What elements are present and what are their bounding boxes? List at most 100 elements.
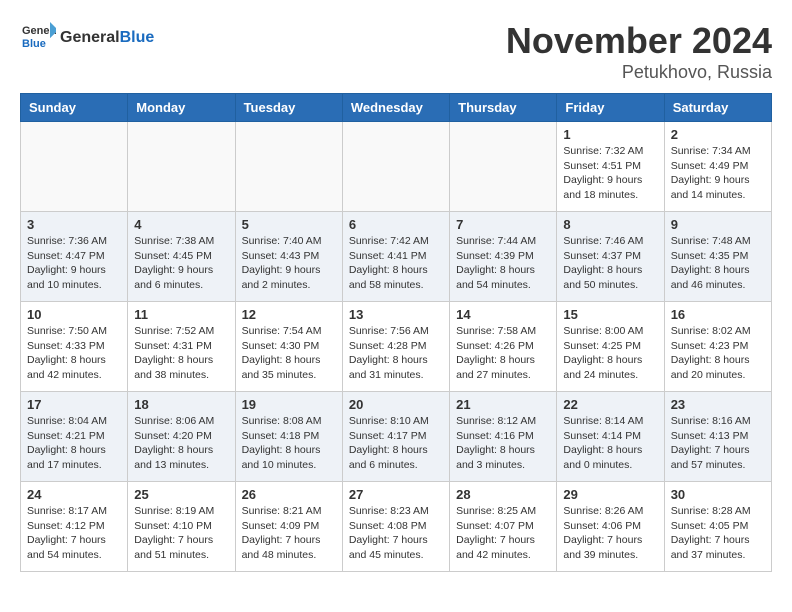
day-info: Sunrise: 8:16 AM Sunset: 4:13 PM Dayligh… (671, 414, 765, 473)
calendar-day: 3 Sunrise: 7:36 AM Sunset: 4:47 PM Daylig… (21, 212, 128, 302)
location: Petukhovo, Russia (506, 62, 772, 83)
logo-general: General (60, 29, 120, 46)
day-number: 6 (349, 217, 443, 232)
weekday-header-wednesday: Wednesday (342, 94, 449, 122)
day-info: Sunrise: 8:14 AM Sunset: 4:14 PM Dayligh… (563, 414, 657, 473)
calendar-day: 6Sunrise: 7:42 AM Sunset: 4:41 PM Daylig… (342, 212, 449, 302)
day-number: 24 (27, 487, 121, 502)
week-row-3: 10 Sunrise: 7:50 AM Sunset: 4:33 PM Dayli… (21, 302, 772, 392)
day-info: Sunrise: 8:00 AM Sunset: 4:25 PM Dayligh… (563, 324, 657, 383)
day-number: 15 (563, 307, 657, 322)
weekday-header-row: SundayMondayTuesdayWednesdayThursdayFrid… (21, 94, 772, 122)
day-info: Sunrise: 7:52 AM Sunset: 4:31 PM Dayligh… (134, 324, 228, 383)
calendar-day: 15 Sunrise: 8:00 AM Sunset: 4:25 PM Dayli… (557, 302, 664, 392)
day-number: 22 (563, 397, 657, 412)
calendar-day: 17 Sunrise: 8:04 AM Sunset: 4:21 PM Dayli… (21, 392, 128, 482)
calendar-day: 7 Sunrise: 7:44 AM Sunset: 4:39 PM Daylig… (450, 212, 557, 302)
calendar-day: 13Sunrise: 7:56 AM Sunset: 4:28 PM Dayli… (342, 302, 449, 392)
calendar-day: 12Sunrise: 7:54 AM Sunset: 4:30 PM Dayli… (235, 302, 342, 392)
calendar-day: 19 Sunrise: 8:08 AM Sunset: 4:18 PM Dayli… (235, 392, 342, 482)
logo-blue-text: Blue (120, 29, 155, 46)
day-info: Sunrise: 7:38 AM Sunset: 4:45 PM Dayligh… (134, 234, 228, 293)
day-number: 13 (349, 307, 443, 322)
day-info: Sunrise: 8:23 AM Sunset: 4:08 PM Dayligh… (349, 504, 443, 563)
calendar-day: 5 Sunrise: 7:40 AM Sunset: 4:43 PM Daylig… (235, 212, 342, 302)
title-block: November 2024 Petukhovo, Russia (506, 20, 772, 83)
day-number: 27 (349, 487, 443, 502)
calendar-day: 8 Sunrise: 7:46 AM Sunset: 4:37 PM Daylig… (557, 212, 664, 302)
day-number: 30 (671, 487, 765, 502)
calendar-day: 22 Sunrise: 8:14 AM Sunset: 4:14 PM Dayli… (557, 392, 664, 482)
calendar-day: 1 Sunrise: 7:32 AM Sunset: 4:51 PM Daylig… (557, 122, 664, 212)
calendar-day: 30 Sunrise: 8:28 AM Sunset: 4:05 PM Dayli… (664, 482, 771, 572)
day-info: Sunrise: 8:04 AM Sunset: 4:21 PM Dayligh… (27, 414, 121, 473)
calendar-day: 20Sunrise: 8:10 AM Sunset: 4:17 PM Dayli… (342, 392, 449, 482)
calendar-day: 9 Sunrise: 7:48 AM Sunset: 4:35 PM Daylig… (664, 212, 771, 302)
day-number: 28 (456, 487, 550, 502)
day-info: Sunrise: 8:10 AM Sunset: 4:17 PM Dayligh… (349, 414, 443, 473)
weekday-header-saturday: Saturday (664, 94, 771, 122)
day-info: Sunrise: 7:40 AM Sunset: 4:43 PM Dayligh… (242, 234, 336, 293)
day-number: 8 (563, 217, 657, 232)
day-info: Sunrise: 8:02 AM Sunset: 4:23 PM Dayligh… (671, 324, 765, 383)
day-number: 25 (134, 487, 228, 502)
week-row-2: 3 Sunrise: 7:36 AM Sunset: 4:47 PM Daylig… (21, 212, 772, 302)
calendar-day: 29Sunrise: 8:26 AM Sunset: 4:06 PM Dayli… (557, 482, 664, 572)
day-number: 17 (27, 397, 121, 412)
day-info: Sunrise: 8:06 AM Sunset: 4:20 PM Dayligh… (134, 414, 228, 473)
calendar-day: 2Sunrise: 7:34 AM Sunset: 4:49 PM Daylig… (664, 122, 771, 212)
day-number: 14 (456, 307, 550, 322)
day-info: Sunrise: 8:08 AM Sunset: 4:18 PM Dayligh… (242, 414, 336, 473)
calendar-day: 23 Sunrise: 8:16 AM Sunset: 4:13 PM Dayli… (664, 392, 771, 482)
calendar-day: 24Sunrise: 8:17 AM Sunset: 4:12 PM Dayli… (21, 482, 128, 572)
calendar-day (128, 122, 235, 212)
calendar-day: 16 Sunrise: 8:02 AM Sunset: 4:23 PM Dayli… (664, 302, 771, 392)
day-info: Sunrise: 8:12 AM Sunset: 4:16 PM Dayligh… (456, 414, 550, 473)
day-info: Sunrise: 7:48 AM Sunset: 4:35 PM Dayligh… (671, 234, 765, 293)
weekday-header-friday: Friday (557, 94, 664, 122)
day-number: 7 (456, 217, 550, 232)
week-row-5: 24Sunrise: 8:17 AM Sunset: 4:12 PM Dayli… (21, 482, 772, 572)
day-number: 1 (563, 127, 657, 142)
logo-icon: General Blue (20, 20, 56, 56)
day-number: 19 (242, 397, 336, 412)
day-number: 11 (134, 307, 228, 322)
day-number: 3 (27, 217, 121, 232)
day-number: 26 (242, 487, 336, 502)
calendar-day (21, 122, 128, 212)
day-info: Sunrise: 7:54 AM Sunset: 4:30 PM Dayligh… (242, 324, 336, 383)
day-number: 5 (242, 217, 336, 232)
day-number: 9 (671, 217, 765, 232)
week-row-4: 17 Sunrise: 8:04 AM Sunset: 4:21 PM Dayli… (21, 392, 772, 482)
day-info: Sunrise: 7:58 AM Sunset: 4:26 PM Dayligh… (456, 324, 550, 383)
month-title: November 2024 (506, 20, 772, 62)
logo: General Blue GeneralBlue (20, 20, 154, 56)
day-info: Sunrise: 8:28 AM Sunset: 4:05 PM Dayligh… (671, 504, 765, 563)
svg-text:Blue: Blue (22, 38, 46, 50)
day-number: 21 (456, 397, 550, 412)
calendar-day: 18 Sunrise: 8:06 AM Sunset: 4:20 PM Dayli… (128, 392, 235, 482)
calendar-table: SundayMondayTuesdayWednesdayThursdayFrid… (20, 93, 772, 572)
day-number: 10 (27, 307, 121, 322)
calendar-day (342, 122, 449, 212)
calendar-day: 4 Sunrise: 7:38 AM Sunset: 4:45 PM Daylig… (128, 212, 235, 302)
day-info: Sunrise: 7:50 AM Sunset: 4:33 PM Dayligh… (27, 324, 121, 383)
day-info: Sunrise: 7:44 AM Sunset: 4:39 PM Dayligh… (456, 234, 550, 293)
calendar-day (235, 122, 342, 212)
day-info: Sunrise: 7:32 AM Sunset: 4:51 PM Dayligh… (563, 144, 657, 203)
calendar-day: 27 Sunrise: 8:23 AM Sunset: 4:08 PM Dayli… (342, 482, 449, 572)
day-number: 18 (134, 397, 228, 412)
day-number: 4 (134, 217, 228, 232)
day-info: Sunrise: 7:46 AM Sunset: 4:37 PM Dayligh… (563, 234, 657, 293)
day-info: Sunrise: 7:36 AM Sunset: 4:47 PM Dayligh… (27, 234, 121, 293)
calendar-day (450, 122, 557, 212)
weekday-header-monday: Monday (128, 94, 235, 122)
day-number: 23 (671, 397, 765, 412)
day-number: 16 (671, 307, 765, 322)
weekday-header-sunday: Sunday (21, 94, 128, 122)
day-info: Sunrise: 8:25 AM Sunset: 4:07 PM Dayligh… (456, 504, 550, 563)
week-row-1: 1 Sunrise: 7:32 AM Sunset: 4:51 PM Daylig… (21, 122, 772, 212)
calendar-day: 11 Sunrise: 7:52 AM Sunset: 4:31 PM Dayli… (128, 302, 235, 392)
day-info: Sunrise: 8:26 AM Sunset: 4:06 PM Dayligh… (563, 504, 657, 563)
day-number: 2 (671, 127, 765, 142)
